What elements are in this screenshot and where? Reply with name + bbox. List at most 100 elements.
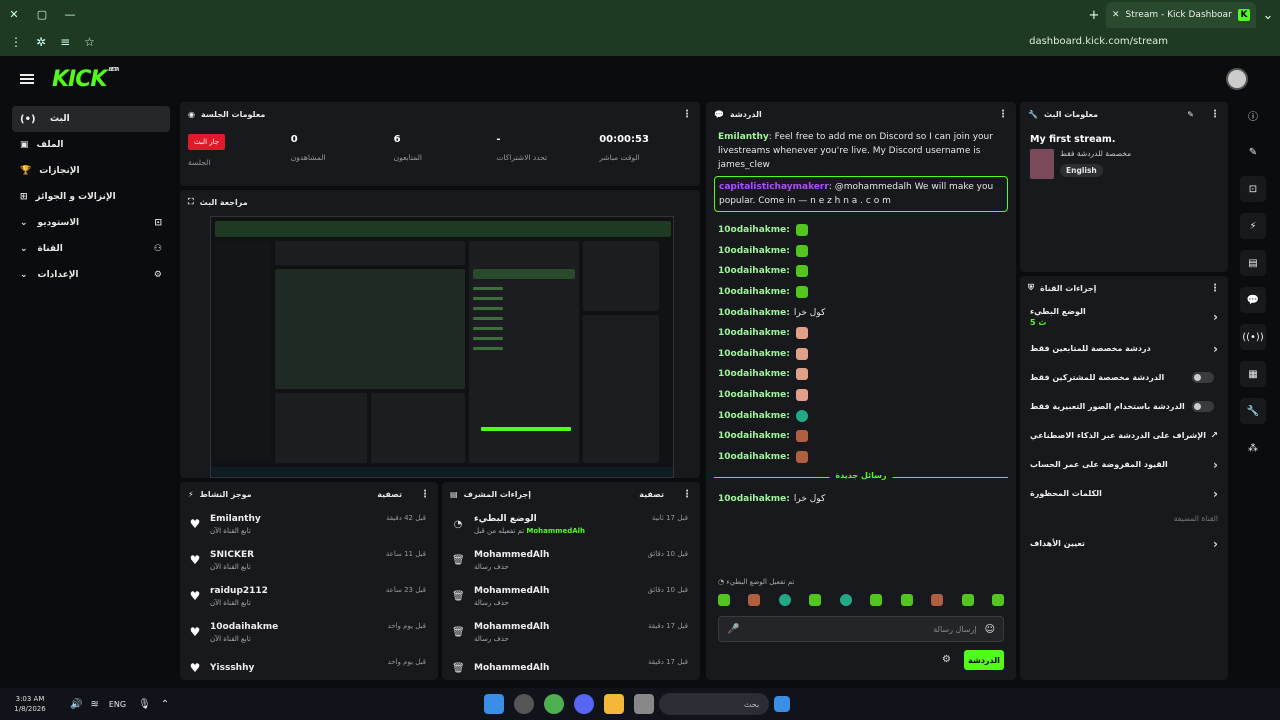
close-tab-icon[interactable]: ✕ <box>1112 10 1120 20</box>
emotes-only-toggle[interactable] <box>1192 401 1214 412</box>
microphone-icon[interactable]: 🎤 <box>727 624 739 635</box>
chat-username[interactable]: 10odaihakme: <box>718 223 790 237</box>
nav-item-achievements[interactable]: 🏆 الإنجازات <box>12 158 170 184</box>
more-options-icon[interactable]: ⋮ <box>998 109 1008 120</box>
info-icon[interactable]: ⓘ <box>1240 102 1266 128</box>
app-icon[interactable] <box>514 694 535 714</box>
chat-reply-box[interactable]: capitalistichaymakerr: @mohammedalh We w… <box>714 176 1008 212</box>
close-window-icon[interactable]: ✕ <box>0 0 28 28</box>
more-options-icon[interactable]: ⋮ <box>1210 283 1220 294</box>
category-thumbnail[interactable] <box>1030 149 1054 179</box>
mod-username[interactable]: MohammedAlh <box>526 527 585 535</box>
slow-mode-row[interactable]: الوضع البطيء 5 ث › <box>1020 300 1228 334</box>
broadcast-icon[interactable]: ((•)) <box>1240 324 1266 350</box>
lightning-icon[interactable]: ⚡ <box>1240 213 1266 239</box>
volume-icon[interactable]: 🔊 <box>70 699 82 710</box>
nav-item-settings[interactable]: ⌄ الإعدادات ⚙ <box>12 262 170 288</box>
chat-username[interactable]: 10odaihakme: <box>718 285 790 299</box>
chat-username[interactable]: Emilanthy <box>718 132 769 142</box>
activity-user[interactable]: SNICKER <box>210 550 254 560</box>
store-app-icon[interactable] <box>604 694 625 714</box>
chat-message[interactable]: 10odaihakme: كول خرا <box>706 302 1016 323</box>
clock[interactable]: 3:03 AM 1/8/2026 <box>0 694 60 714</box>
new-messages-divider[interactable]: رسائل جديدة <box>714 469 1008 487</box>
kick-logo[interactable]: KICK BETA <box>52 67 120 92</box>
file-explorer-icon[interactable] <box>634 694 655 714</box>
new-tab-button[interactable]: + <box>1082 8 1106 23</box>
mod-action-name[interactable]: MohammedAlh <box>474 550 549 560</box>
subscribers-only-toggle[interactable] <box>1192 372 1214 383</box>
chat-username[interactable]: 10odaihakme: <box>718 306 790 320</box>
chat-username[interactable]: 10odaihakme: <box>718 492 790 506</box>
apps-icon[interactable]: ⁂ <box>1240 435 1266 461</box>
chat-message-pinned[interactable]: Emilanthy: Feel free to add me on Discor… <box>706 130 1016 172</box>
nav-item-channel[interactable]: ⌄ القناة ⚇ <box>12 236 170 262</box>
nav-item-studio[interactable]: ⌄ الاستوديو ⊡ <box>12 210 170 236</box>
discord-app-icon[interactable] <box>574 694 595 714</box>
browser-app-icon[interactable] <box>544 694 565 714</box>
followers-only-row[interactable]: دردشة مخصصة للمتابعين فقط › <box>1020 334 1228 363</box>
user-avatar[interactable] <box>1226 68 1248 90</box>
chat-username[interactable]: 10odaihakme: <box>718 326 790 340</box>
emoji-icon[interactable]: ☺ <box>985 624 995 635</box>
quick-emote[interactable] <box>839 594 852 606</box>
document-icon[interactable]: ▤ <box>1240 250 1266 276</box>
chevron-up-icon[interactable]: ⌃ <box>161 699 169 710</box>
bookmark-star-icon[interactable]: ☆ <box>84 35 95 49</box>
menu-kebab-icon[interactable]: ⋮ <box>10 35 22 49</box>
nav-item-stream[interactable]: (•) البث <box>12 106 170 132</box>
hamburger-menu-icon[interactable] <box>20 74 34 84</box>
nav-item-profile[interactable]: ▣ الملف <box>12 132 170 158</box>
edit-pencil-icon[interactable]: ✎ <box>1187 110 1194 119</box>
wrench-icon[interactable]: 🔧 <box>1240 398 1266 424</box>
language-indicator[interactable]: ENG <box>109 700 126 709</box>
edit-pencil-icon[interactable]: ✎ <box>1240 139 1266 165</box>
chat-username[interactable]: 10odaihakme: <box>718 409 790 423</box>
category-name[interactable]: مخصصة للدردشة فقط <box>1060 149 1131 158</box>
activity-user[interactable]: Emilanthy <box>210 514 261 524</box>
chat-message[interactable]: 10odaihakme: <box>706 261 1016 282</box>
maximize-window-icon[interactable]: ▢ <box>28 0 56 28</box>
chat-username[interactable]: 10odaihakme: <box>718 264 790 278</box>
quick-emote[interactable] <box>991 594 1004 606</box>
mod-action-name[interactable]: MohammedAlh <box>474 586 549 596</box>
sidebar-icon[interactable]: ≡ <box>60 35 70 49</box>
filter-button[interactable]: تصفية <box>639 490 664 499</box>
activity-user[interactable]: 10odaihakme <box>210 622 278 632</box>
quick-emote[interactable] <box>931 594 944 606</box>
chat-send-button[interactable]: الدردشة <box>964 650 1004 670</box>
windows-start-icon[interactable] <box>774 696 791 712</box>
minimize-window-icon[interactable]: — <box>56 0 84 28</box>
quick-emote[interactable] <box>778 594 791 606</box>
wifi-icon[interactable]: ≋ <box>90 699 98 710</box>
chat-message[interactable]: 10odaihakme: <box>706 282 1016 303</box>
chat-message[interactable]: 10odaihakme: <box>706 447 1016 468</box>
quick-emote[interactable] <box>718 594 730 606</box>
mod-action-name[interactable]: MohammedAlh <box>474 663 549 673</box>
chat-username[interactable]: 10odaihakme: <box>718 388 790 402</box>
chat-message[interactable]: 10odaihakme: <box>706 385 1016 406</box>
url-field[interactable]: dashboard.kick.com/stream <box>1029 36 1168 47</box>
chat-settings-gear-icon[interactable]: ⚙ <box>942 654 951 665</box>
microphone-icon[interactable]: 🎙 <box>138 699 151 710</box>
chat-input[interactable]: 🎤 إرسال رسالة ☺ <box>718 616 1004 642</box>
chat-username[interactable]: 10odaihakme: <box>718 367 790 381</box>
nav-item-drops[interactable]: ⊞ الإنزالات و الجوائز <box>12 184 170 210</box>
account-age-row[interactable]: القيود المفروضة على عمر الحساب › <box>1020 450 1228 479</box>
quick-emote[interactable] <box>900 594 913 606</box>
chat-message[interactable]: 10odaihakme: <box>706 323 1016 344</box>
layout-icon[interactable]: ▦ <box>1240 361 1266 387</box>
activity-user[interactable]: raidup2112 <box>210 586 268 596</box>
chat-username[interactable]: 10odaihakme: <box>718 429 790 443</box>
filter-button[interactable]: تصفية <box>377 490 402 499</box>
tab-kick-dashboard[interactable]: ✕ Stream - Kick Dashboard K <box>1106 2 1256 28</box>
activity-user[interactable]: Yissshhy <box>210 663 254 673</box>
set-goals-row[interactable]: تعيين الأهداف › <box>1020 529 1228 558</box>
taskbar-search[interactable]: بحث <box>659 693 770 715</box>
chat-message[interactable]: 10odaihakme: <box>706 344 1016 365</box>
chat-username[interactable]: capitalistichaymakerr <box>719 182 829 192</box>
chat-message[interactable]: 10odaihakme: كول خرا <box>706 489 1016 509</box>
screen-capture-icon[interactable]: ⊡ <box>1240 176 1266 202</box>
quick-emote[interactable] <box>961 594 974 606</box>
stream-preview-video[interactable] <box>210 216 674 478</box>
